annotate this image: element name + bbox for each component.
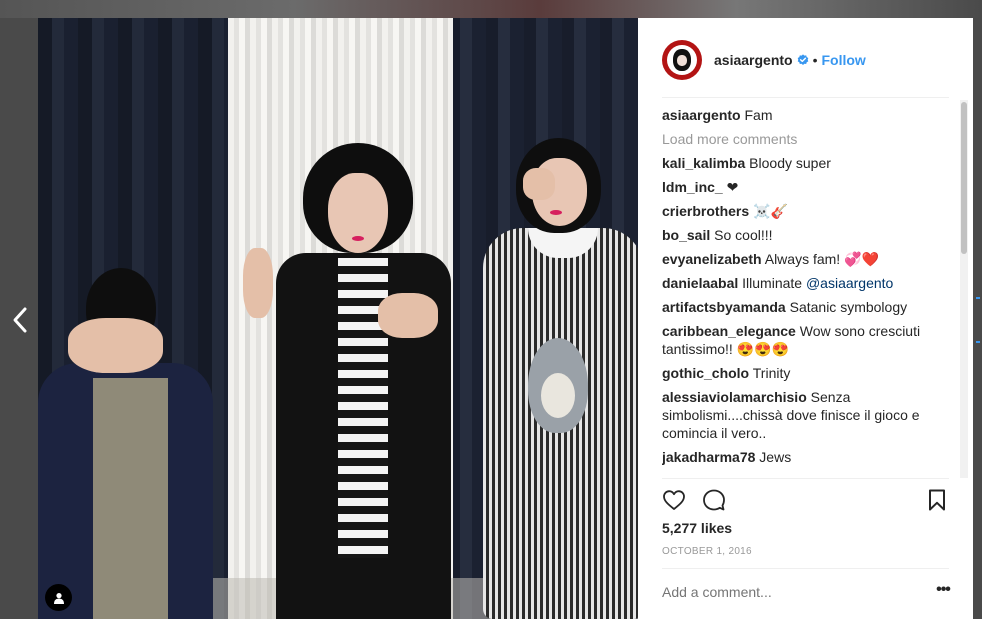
comment-item: bo_sail So cool!!! xyxy=(662,226,950,244)
comment-username[interactable]: danielaabal xyxy=(662,275,738,291)
previous-post-button[interactable] xyxy=(8,305,32,335)
photo-totoro-belly xyxy=(541,373,575,418)
comment-text: Trinity xyxy=(752,365,791,381)
background-page-right xyxy=(973,18,982,619)
comment-item: caribbean_elegance Wow sono cresciuti ta… xyxy=(662,322,950,358)
comment-text: Satanic symbology xyxy=(789,299,908,315)
background-accent xyxy=(976,297,980,299)
comment-item: kali_kalimba Bloody super xyxy=(662,154,950,172)
add-comment-input[interactable] xyxy=(662,584,902,600)
photo-figure-child-shirt xyxy=(93,378,168,619)
post-actions xyxy=(662,488,950,512)
avatar[interactable] xyxy=(662,40,702,80)
comments-scrollbar[interactable] xyxy=(960,100,968,478)
photo-figure-child-hands xyxy=(68,318,163,373)
likes-count[interactable]: 5,277 likes xyxy=(662,520,732,536)
comment-username[interactable]: gothic_cholo xyxy=(662,365,749,381)
comment-username[interactable]: jakadharma78 xyxy=(662,449,755,465)
comment-text: So cool!!! xyxy=(714,227,773,243)
comment-item: crierbrothers ☠️🎸 xyxy=(662,202,950,220)
comment-bubble-icon xyxy=(703,489,725,511)
comment-username[interactable]: kali_kalimba xyxy=(662,155,745,171)
comment-item: ldm_inc_ ❤ xyxy=(662,178,950,196)
comment-username[interactable]: bo_sail xyxy=(662,227,710,243)
chevron-left-icon xyxy=(13,307,27,333)
like-button[interactable] xyxy=(662,488,686,512)
comments-scrollbar-thumb[interactable] xyxy=(961,102,967,254)
user-tag-icon xyxy=(53,592,64,604)
caption: asiaargento Fam xyxy=(662,106,950,124)
photo-figure-woman-hand-chest xyxy=(378,293,438,338)
load-more-comments-button[interactable]: Load more comments xyxy=(662,130,950,148)
caption-username[interactable]: asiaargento xyxy=(662,107,741,123)
post-author-username[interactable]: asiaargento xyxy=(714,52,793,68)
photo-figure-girl-lips xyxy=(550,210,562,215)
background-page-strip xyxy=(0,0,982,18)
verified-badge-icon xyxy=(797,54,808,65)
add-comment-divider xyxy=(662,568,949,569)
comment-username[interactable]: crierbrothers xyxy=(662,203,749,219)
bookmark-icon xyxy=(929,489,945,511)
comment-mention-link[interactable]: @asiaargento xyxy=(806,275,893,291)
comment-text: Always fam! 💞❤️ xyxy=(764,251,879,267)
header-separator-dot: • xyxy=(812,52,818,68)
avatar-face xyxy=(677,55,687,66)
comment-username[interactable]: alessiaviolamarchisio xyxy=(662,389,807,405)
post-details-panel: asiaargento • Follow asiaargento Fam Loa… xyxy=(638,18,973,619)
heart-icon xyxy=(663,490,685,510)
photo-figure-woman-lips xyxy=(352,236,364,241)
comment-text: ☠️🎸 xyxy=(753,203,788,219)
comment-username[interactable]: caribbean_elegance xyxy=(662,323,796,339)
post-date[interactable]: OCTOBER 1, 2016 xyxy=(662,546,752,557)
comment-username[interactable]: ldm_inc_ xyxy=(662,179,723,195)
more-options-button[interactable]: ••• xyxy=(934,581,952,599)
comment-text: ❤ xyxy=(726,179,739,195)
comment-username[interactable]: evyanelizabeth xyxy=(662,251,762,267)
actions-divider xyxy=(662,478,949,479)
photo-figure-woman-hand-raised xyxy=(243,248,273,318)
photo-figure-girl-hand xyxy=(523,168,555,200)
tagged-users-button[interactable] xyxy=(45,584,72,611)
comment-item: alessiaviolamarchisio Senza simbolismi..… xyxy=(662,388,950,442)
follow-button[interactable]: Follow xyxy=(822,52,866,68)
background-accent xyxy=(976,341,980,343)
photo-figure-woman-face xyxy=(328,173,388,253)
comment-text: Jews xyxy=(759,449,792,465)
comment-item: artifactsbyamanda Satanic symbology xyxy=(662,298,950,316)
comment-text: Bloody super xyxy=(749,155,831,171)
header-divider xyxy=(662,97,949,98)
comment-button[interactable] xyxy=(702,488,726,512)
caption-text: Fam xyxy=(744,107,773,123)
comments-list[interactable]: asiaargento Fam Load more comments kali_… xyxy=(662,106,950,478)
post-header: asiaargento • Follow xyxy=(662,40,949,80)
comment-item: jakadharma78 Jews xyxy=(662,448,950,466)
comment-item: danielaabal Illuminate @asiaargento xyxy=(662,274,950,292)
comment-item: gothic_cholo Trinity xyxy=(662,364,950,382)
comment-item: evyanelizabeth Always fam! 💞❤️ xyxy=(662,250,950,268)
post-photo[interactable] xyxy=(38,18,638,619)
save-button[interactable] xyxy=(925,488,949,512)
comment-text: Illuminate xyxy=(742,275,806,291)
comment-username[interactable]: artifactsbyamanda xyxy=(662,299,786,315)
